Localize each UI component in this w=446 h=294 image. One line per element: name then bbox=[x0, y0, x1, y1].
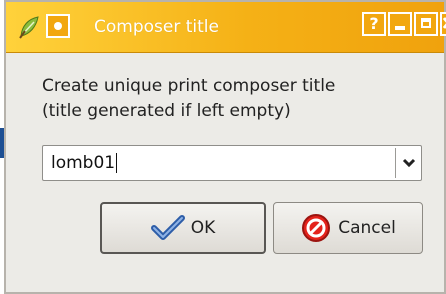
qgis-leaf-icon bbox=[16, 14, 42, 40]
cancel-button[interactable]: Cancel bbox=[273, 202, 423, 254]
window-menu-icon[interactable] bbox=[46, 14, 70, 38]
ok-button[interactable]: OK bbox=[100, 202, 266, 254]
help-icon[interactable]: ? bbox=[362, 12, 386, 36]
title-combobox[interactable]: lomb01 bbox=[42, 145, 422, 181]
cancel-icon bbox=[300, 212, 332, 244]
maximize-icon[interactable] bbox=[414, 12, 438, 36]
cancel-label: Cancel bbox=[338, 218, 396, 238]
close-icon[interactable] bbox=[440, 12, 446, 36]
title-input[interactable]: lomb01 bbox=[51, 146, 117, 180]
chevron-down-icon[interactable] bbox=[396, 146, 421, 180]
composer-title-dialog: Composer title ? Create unique print com… bbox=[4, 0, 446, 294]
prompt-text: Create unique print composer title (titl… bbox=[42, 76, 336, 121]
checkmark-icon bbox=[150, 215, 185, 241]
window-title: Composer title bbox=[94, 17, 219, 37]
ok-label: OK bbox=[190, 218, 216, 238]
minimize-icon[interactable] bbox=[388, 12, 412, 36]
title-bar[interactable]: Composer title ? bbox=[6, 2, 446, 53]
